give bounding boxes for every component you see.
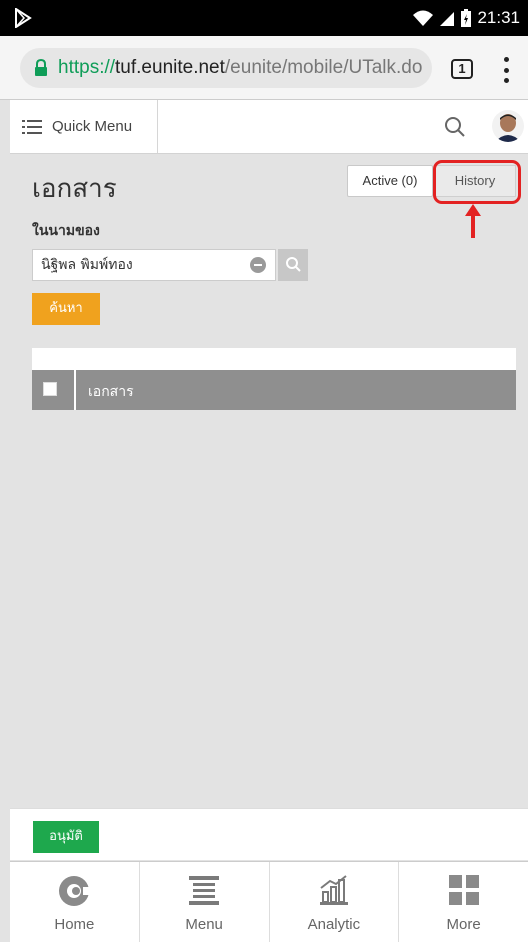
main-content: เอกสาร Active (0) History ในนามของ นิฐิพ… [10,154,528,808]
page-title: เอกสาร [32,174,117,204]
url-path: /eunite/mobile/UTalk.do [224,57,423,78]
action-bar: อนุมัติ [10,808,528,860]
battery-icon [461,9,472,27]
url-host: tuf.eunite.net [115,57,225,78]
home-icon [59,876,92,906]
play-store-icon [15,8,32,28]
nav-menu-label: Menu [185,916,223,933]
select-all-checkbox[interactable] [43,382,57,396]
nav-more[interactable]: More [399,862,528,942]
tab-switcher-button[interactable]: 1 [451,59,473,79]
search-icon[interactable] [444,116,466,138]
nav-more-label: More [446,916,481,933]
nav-menu[interactable]: Menu [140,862,270,942]
grid-header: เอกสาร [32,370,516,410]
grid-toolbar [32,348,516,370]
url-text: https://tuf.eunite.net/eunite/mobile/UTa… [58,57,422,79]
analytic-icon [319,875,348,905]
user-photo-icon [492,110,524,142]
search-icon [286,257,301,272]
bottom-nav: Home Menu Analytic More [10,861,528,942]
clear-icon[interactable] [250,257,266,273]
nav-analytic[interactable]: Analytic [270,862,400,942]
find-button[interactable]: ค้นหา [32,293,100,325]
approve-button[interactable]: อนุมัติ [33,821,99,853]
browser-toolbar: https://tuf.eunite.net/eunite/mobile/UTa… [0,36,528,100]
quick-menu-label: Quick Menu [52,118,133,135]
owner-search: นิฐิพล พิมพ์ทอง [32,249,308,281]
menu-icon [189,876,220,905]
wifi-icon [413,10,434,26]
list-icon [22,119,42,134]
avatar[interactable] [492,110,524,142]
lock-icon [35,59,47,76]
nav-analytic-label: Analytic [307,916,361,933]
url-scheme: https:// [58,57,116,78]
arrow-up-icon [465,204,481,238]
signal-icon [440,12,455,26]
status-bar: 21:31 [0,0,528,36]
more-icon [448,875,479,905]
quick-menu-button[interactable]: Quick Menu [10,100,158,153]
app-header: Quick Menu [10,100,528,154]
tab-active[interactable]: Active (0) [347,165,433,197]
browser-menu-icon[interactable] [500,57,512,83]
column-divider [74,370,76,410]
history-highlight-box [433,160,521,204]
owner-label: ในนามของ [32,223,100,239]
nav-home[interactable]: Home [10,862,140,942]
clock: 21:31 [477,8,520,27]
nav-home-label: Home [54,916,95,933]
owner-input[interactable]: นิฐิพล พิมพ์ทอง [32,249,276,281]
owner-search-button[interactable] [278,249,308,281]
column-header-document: เอกสาร [88,384,134,400]
address-bar[interactable]: https://tuf.eunite.net/eunite/mobile/UTa… [20,48,432,88]
